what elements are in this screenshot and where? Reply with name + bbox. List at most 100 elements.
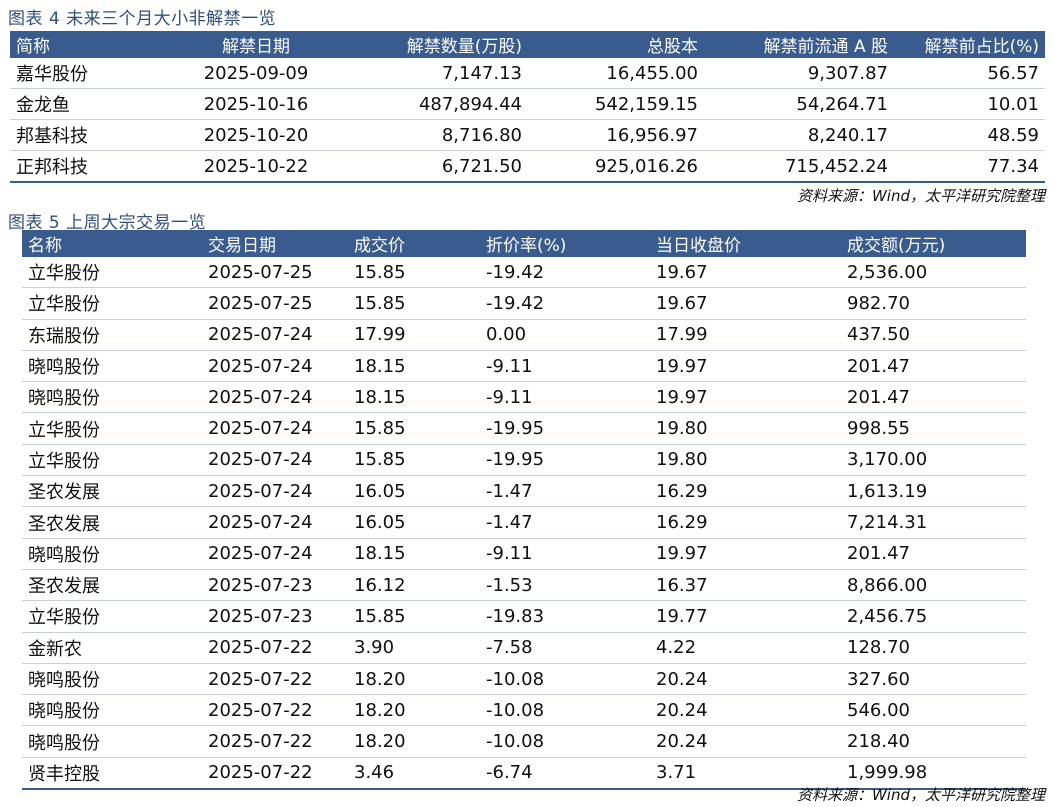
table-cell: 圣农发展 [22, 507, 202, 538]
table-cell: -19.83 [480, 601, 650, 632]
table1-header-row: 简称 解禁日期 解禁数量(万股) 总股本 解禁前流通 A 股 解禁前占比(%) [10, 31, 1045, 58]
table2-row: 圣农发展2025-07-2316.12-1.5316.378,866.00 [22, 569, 1026, 600]
table2-row: 立华股份2025-07-2415.85-19.9519.80998.55 [22, 413, 1026, 444]
table-cell: 20.24 [650, 663, 841, 694]
block-trade-table: 名称 交易日期 成交价 折价率(%) 当日收盘价 成交额(万元) 立华股份202… [22, 230, 1026, 790]
table-cell: 17.99 [650, 319, 841, 350]
table-cell: 晓鸣股份 [22, 695, 202, 726]
table-cell: 9,307.87 [704, 58, 894, 89]
table-cell: 218.40 [841, 726, 1026, 757]
table-cell: 2,456.75 [841, 601, 1026, 632]
table-cell: -9.11 [480, 538, 650, 569]
table-cell: -1.53 [480, 569, 650, 600]
table2-header-close-price: 当日收盘价 [650, 230, 841, 257]
table1-header-ratio: 解禁前占比(%) [894, 31, 1045, 58]
table-cell: -9.11 [480, 350, 650, 381]
table-cell: 17.99 [348, 319, 480, 350]
table-cell: 7,147.13 [332, 58, 528, 89]
table-cell: -10.08 [480, 695, 650, 726]
table-cell: 18.20 [348, 695, 480, 726]
table2-row: 晓鸣股份2025-07-2418.15-9.1119.97201.47 [22, 382, 1026, 413]
table-cell: 19.67 [650, 288, 841, 319]
table-cell: 金新农 [22, 632, 202, 663]
table-cell: 15.85 [348, 601, 480, 632]
table-cell: 1,613.19 [841, 476, 1026, 507]
lockup-expiry-table: 简称 解禁日期 解禁数量(万股) 总股本 解禁前流通 A 股 解禁前占比(%) … [10, 31, 1045, 183]
table-cell: -1.47 [480, 507, 650, 538]
table2-row: 晓鸣股份2025-07-2418.15-9.1119.97201.47 [22, 538, 1026, 569]
table2-row: 立华股份2025-07-2515.85-19.4219.67982.70 [22, 288, 1026, 319]
table2-row: 晓鸣股份2025-07-2418.15-9.1119.97201.47 [22, 350, 1026, 381]
table-cell: 16.05 [348, 507, 480, 538]
table2-row: 晓鸣股份2025-07-2218.20-10.0820.24327.60 [22, 663, 1026, 694]
table-cell: 晓鸣股份 [22, 726, 202, 757]
table-cell: 15.85 [348, 257, 480, 288]
table-cell: 16.29 [650, 507, 841, 538]
table2-header-discount: 折价率(%) [480, 230, 650, 257]
table-cell: 2025-07-22 [202, 726, 348, 757]
table-cell: -10.08 [480, 663, 650, 694]
table-cell: 19.97 [650, 350, 841, 381]
table-cell: 18.15 [348, 538, 480, 569]
table-cell: 16.29 [650, 476, 841, 507]
table2-row: 立华股份2025-07-2315.85-19.8319.772,456.75 [22, 601, 1026, 632]
table-cell: -7.58 [480, 632, 650, 663]
table2-source-note: 资料来源：Wind，太平洋研究院整理 [797, 784, 1045, 805]
table-cell: 2025-07-22 [202, 663, 348, 694]
table-cell: 19.80 [650, 413, 841, 444]
table-cell: 2025-10-16 [180, 89, 332, 120]
table-cell: 2025-07-24 [202, 382, 348, 413]
table-cell: -1.47 [480, 476, 650, 507]
table-cell: 546.00 [841, 695, 1026, 726]
table1-header-quantity: 解禁数量(万股) [332, 31, 528, 58]
table-cell: 10.01 [894, 89, 1045, 120]
table-cell: 立华股份 [22, 257, 202, 288]
table-cell: 圣农发展 [22, 476, 202, 507]
table-cell: 8,240.17 [704, 120, 894, 151]
table-cell: 晓鸣股份 [22, 663, 202, 694]
table2-row: 晓鸣股份2025-07-2218.20-10.0820.24546.00 [22, 695, 1026, 726]
table-cell: 8,716.80 [332, 120, 528, 151]
table-cell: 327.60 [841, 663, 1026, 694]
table-cell: 18.15 [348, 382, 480, 413]
table-cell: 2025-07-23 [202, 569, 348, 600]
table-cell: 0.00 [480, 319, 650, 350]
table-cell: 128.70 [841, 632, 1026, 663]
table-cell: 2025-10-20 [180, 120, 332, 151]
table-cell: 东瑞股份 [22, 319, 202, 350]
table-cell: 20.24 [650, 695, 841, 726]
table-cell: 16,455.00 [528, 58, 704, 89]
table-cell: 2025-07-25 [202, 257, 348, 288]
table-cell: 15.85 [348, 413, 480, 444]
table-cell: 2025-07-24 [202, 444, 348, 475]
table-cell: 2,536.00 [841, 257, 1026, 288]
table-cell: 2025-07-24 [202, 538, 348, 569]
table-cell: 56.57 [894, 58, 1045, 89]
table-cell: 正邦科技 [10, 151, 180, 183]
table2-header-amount: 成交额(万元) [841, 230, 1026, 257]
table2-header-date: 交易日期 [202, 230, 348, 257]
table-cell: 18.20 [348, 726, 480, 757]
table2-header-price: 成交价 [348, 230, 480, 257]
table-cell: 2025-07-25 [202, 288, 348, 319]
table-cell: 2025-09-09 [180, 58, 332, 89]
table2-header-row: 名称 交易日期 成交价 折价率(%) 当日收盘价 成交额(万元) [22, 230, 1026, 257]
table-cell: 金龙鱼 [10, 89, 180, 120]
table-cell: 201.47 [841, 350, 1026, 381]
table2-row: 晓鸣股份2025-07-2218.20-10.0820.24218.40 [22, 726, 1026, 757]
table1-row: 嘉华股份2025-09-097,147.1316,455.009,307.875… [10, 58, 1045, 89]
table-cell: 715,452.24 [704, 151, 894, 183]
table-cell: 8,866.00 [841, 569, 1026, 600]
table-cell: 2025-07-22 [202, 695, 348, 726]
table-cell: 2025-07-24 [202, 319, 348, 350]
table-cell: 贤丰控股 [22, 757, 202, 789]
table-cell: 3.90 [348, 632, 480, 663]
table-cell: 19.77 [650, 601, 841, 632]
table-cell: 立华股份 [22, 413, 202, 444]
table2-row: 立华股份2025-07-2515.85-19.4219.672,536.00 [22, 257, 1026, 288]
table-cell: -10.08 [480, 726, 650, 757]
table-cell: 15.85 [348, 288, 480, 319]
table-cell: 晓鸣股份 [22, 382, 202, 413]
table-cell: 54,264.71 [704, 89, 894, 120]
table1-header-name: 简称 [10, 31, 180, 58]
